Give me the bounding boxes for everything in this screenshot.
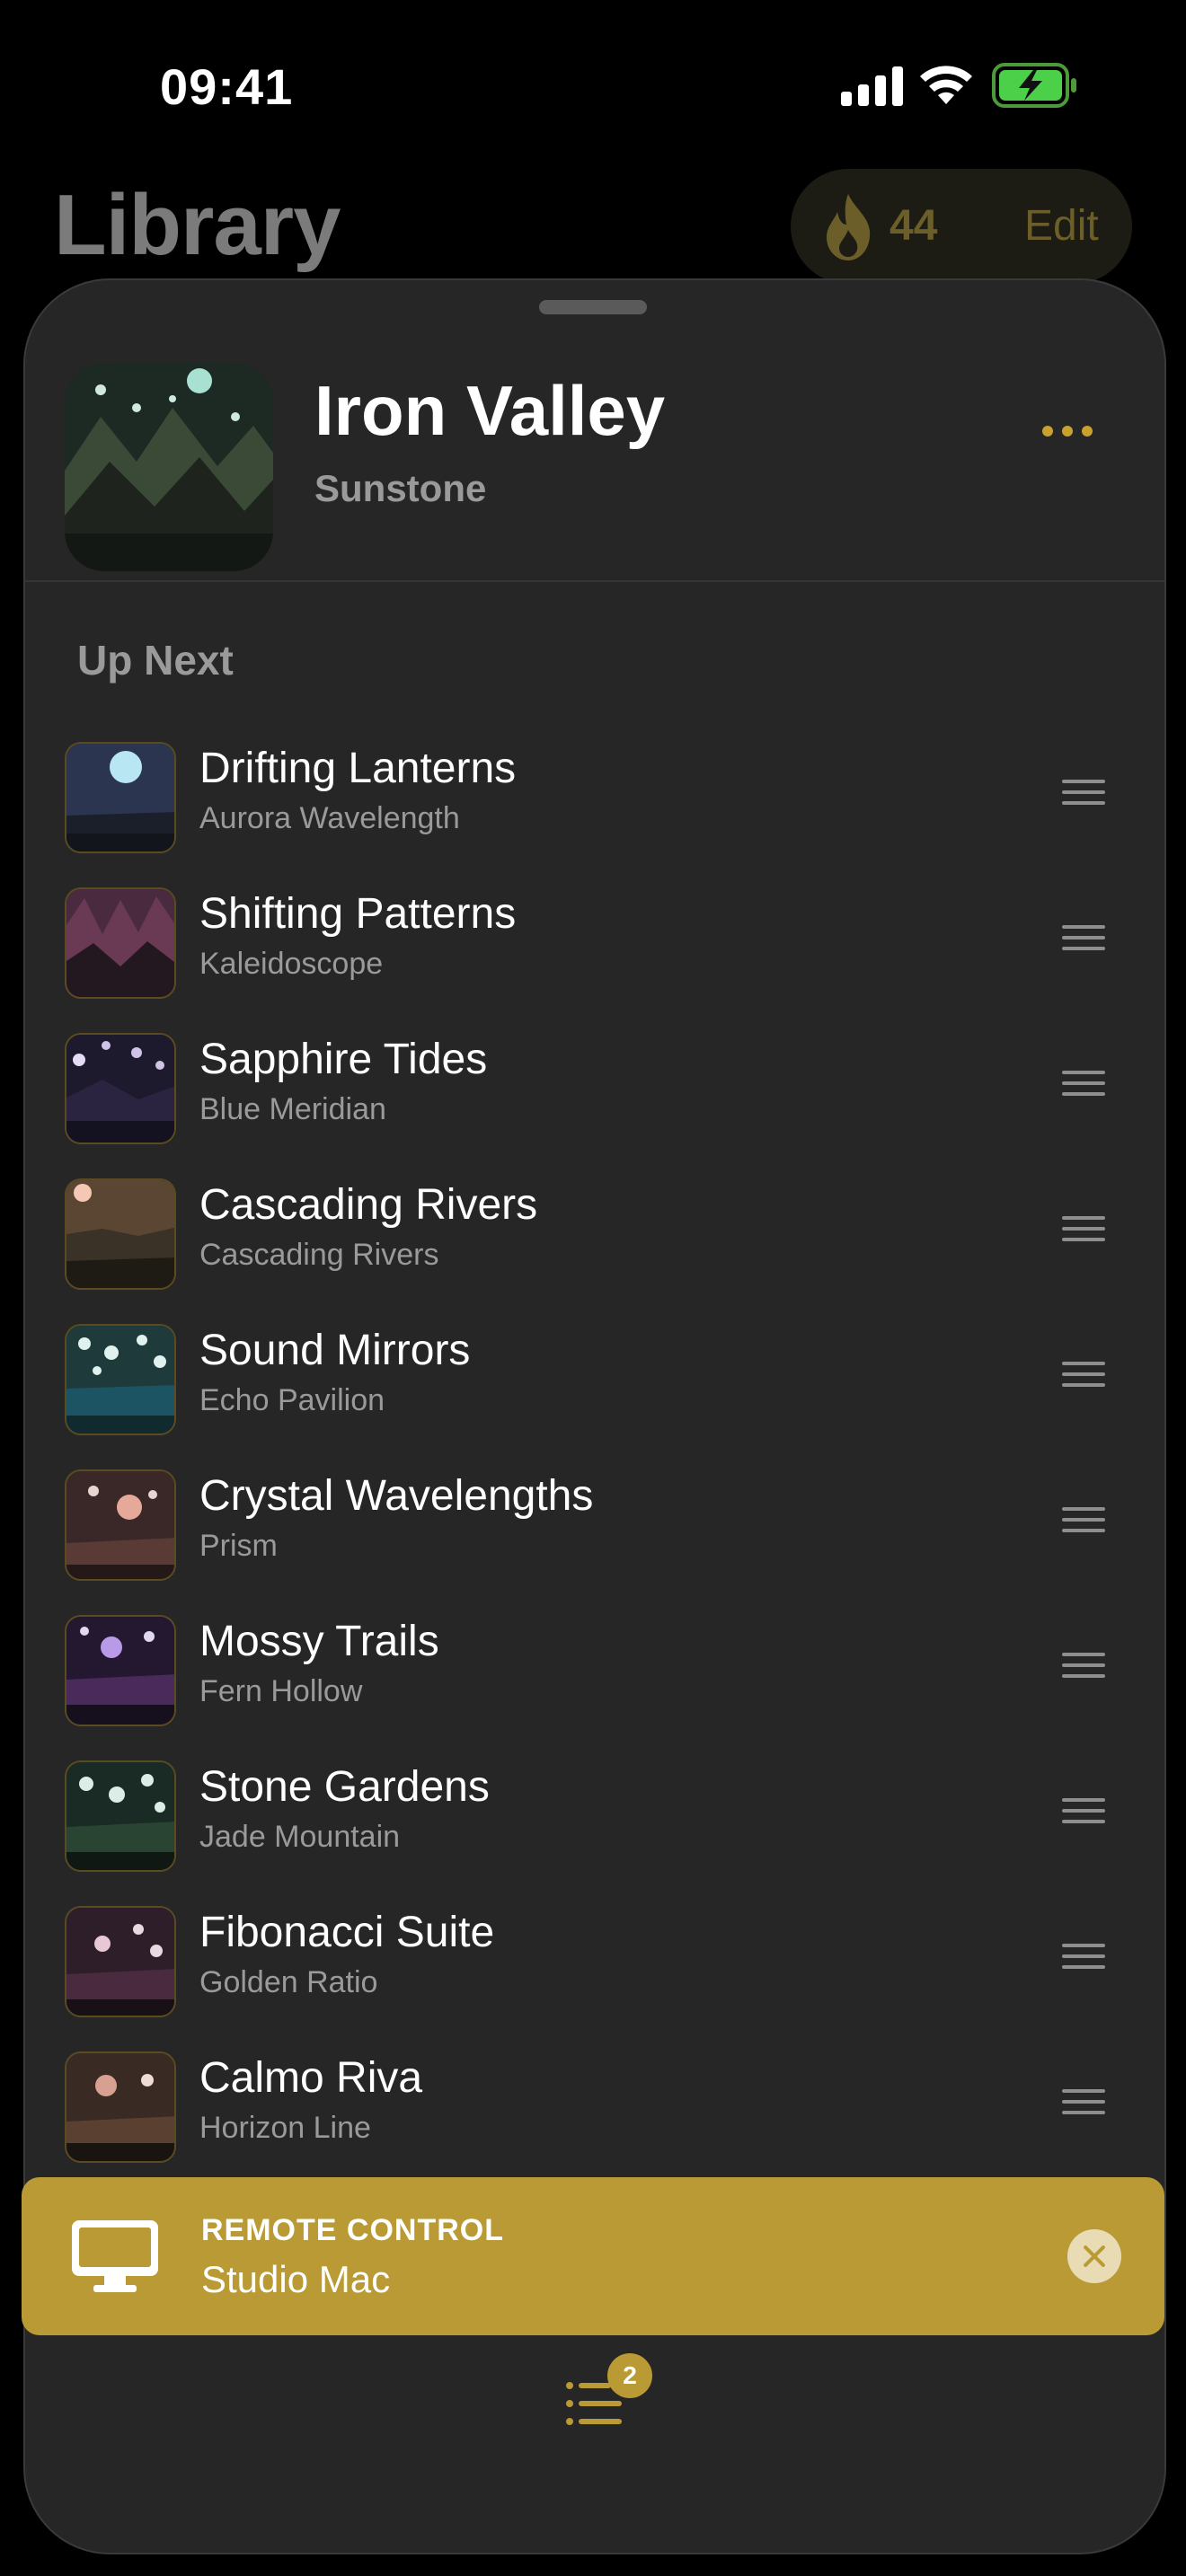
track-title: Crystal Wavelengths xyxy=(199,1472,594,1520)
queue-button[interactable]: 2 xyxy=(561,2353,652,2434)
list-item[interactable]: Shifting Patterns Kaleidoscope xyxy=(25,875,1164,1020)
status-bar: 09:41 xyxy=(0,0,1186,171)
now-playing-artwork xyxy=(65,363,273,571)
drag-handle-icon[interactable] xyxy=(1062,1653,1105,1685)
drag-handle-icon[interactable] xyxy=(1062,1798,1105,1831)
track-artwork xyxy=(65,1760,176,1872)
cellular-signal-icon xyxy=(841,66,903,106)
track-artist: Kaleidoscope xyxy=(199,947,384,981)
track-artist: Aurora Wavelength xyxy=(199,801,460,835)
library-header-pill: 44 Edit xyxy=(791,169,1132,284)
track-artwork xyxy=(65,1469,176,1581)
wifi-icon xyxy=(920,66,972,104)
library-title: Library xyxy=(54,177,341,273)
track-title: Cascading Rivers xyxy=(199,1181,538,1229)
track-artist: Prism xyxy=(199,1529,278,1563)
drag-handle-icon[interactable] xyxy=(1062,1216,1105,1248)
track-artwork xyxy=(65,1324,176,1435)
track-artist: Cascading Rivers xyxy=(199,1238,439,1272)
status-time: 09:41 xyxy=(160,58,294,115)
track-artist: Horizon Line xyxy=(199,2111,371,2145)
list-item[interactable]: Stone Gardens Jade Mountain xyxy=(25,1748,1164,1893)
drag-handle-icon[interactable] xyxy=(1062,925,1105,957)
flame-icon[interactable] xyxy=(819,190,877,262)
track-artist: Golden Ratio xyxy=(199,1965,378,1999)
track-artwork xyxy=(65,2051,176,2163)
track-artist: Jade Mountain xyxy=(199,1820,401,1854)
track-artwork xyxy=(65,742,176,853)
list-item[interactable]: Cascading Rivers Cascading Rivers xyxy=(25,1166,1164,1311)
remote-device-name: Studio Mac xyxy=(201,2258,391,2300)
drag-handle-icon[interactable] xyxy=(1062,1507,1105,1539)
list-item[interactable]: Crystal Wavelengths Prism xyxy=(25,1457,1164,1602)
more-options-button[interactable] xyxy=(1031,413,1103,449)
track-title: Calmo Riva xyxy=(199,2054,423,2102)
up-next-heading: Up Next xyxy=(77,637,234,684)
list-item[interactable]: Fibonacci Suite Golden Ratio xyxy=(25,1893,1164,2039)
track-artwork xyxy=(65,1615,176,1726)
track-title: Sound Mirrors xyxy=(199,1327,471,1374)
track-title: Stone Gardens xyxy=(199,1763,490,1811)
track-artwork xyxy=(65,1178,176,1290)
remote-control-banner[interactable]: REMOTE CONTROL Studio Mac xyxy=(22,2177,1164,2335)
track-artwork xyxy=(65,887,176,999)
divider xyxy=(25,580,1164,582)
desktop-computer-icon xyxy=(72,2220,158,2292)
track-title: Drifting Lanterns xyxy=(199,745,517,792)
drag-handle-icon[interactable] xyxy=(1062,1944,1105,1976)
track-artist: Blue Meridian xyxy=(199,1092,386,1126)
close-icon[interactable] xyxy=(1067,2229,1121,2283)
track-artwork xyxy=(65,1033,176,1144)
queue-count-badge: 2 xyxy=(607,2353,652,2398)
list-item[interactable]: Sapphire Tides Blue Meridian xyxy=(25,1020,1164,1166)
battery-charging-icon xyxy=(992,63,1076,108)
remote-control-label: REMOTE CONTROL xyxy=(201,2213,504,2247)
drag-handle-icon[interactable] xyxy=(1062,1362,1105,1394)
track-artist: Fern Hollow xyxy=(199,1674,363,1708)
list-item[interactable]: Calmo Riva Horizon Line xyxy=(25,2039,1164,2184)
streak-count: 44 xyxy=(890,202,938,250)
list-item[interactable]: Sound Mirrors Echo Pavilion xyxy=(25,1311,1164,1457)
list-item[interactable]: Mossy Trails Fern Hollow xyxy=(25,1602,1164,1748)
now-playing-artist: Sunstone xyxy=(314,467,487,509)
edit-button[interactable]: Edit xyxy=(1024,201,1099,251)
sheet-grabber[interactable] xyxy=(539,300,647,314)
track-artwork xyxy=(65,1906,176,2017)
track-title: Sapphire Tides xyxy=(199,1036,488,1083)
track-title: Mossy Trails xyxy=(199,1618,439,1665)
list-item[interactable]: Drifting Lanterns Aurora Wavelength xyxy=(25,729,1164,875)
track-artist: Echo Pavilion xyxy=(199,1383,385,1417)
track-title: Fibonacci Suite xyxy=(199,1909,495,1956)
drag-handle-icon[interactable] xyxy=(1062,1071,1105,1103)
track-title: Shifting Patterns xyxy=(199,890,517,938)
drag-handle-icon[interactable] xyxy=(1062,2089,1105,2122)
now-playing-title: Iron Valley xyxy=(314,371,666,450)
drag-handle-icon[interactable] xyxy=(1062,780,1105,812)
ellipsis-icon xyxy=(1042,426,1053,437)
